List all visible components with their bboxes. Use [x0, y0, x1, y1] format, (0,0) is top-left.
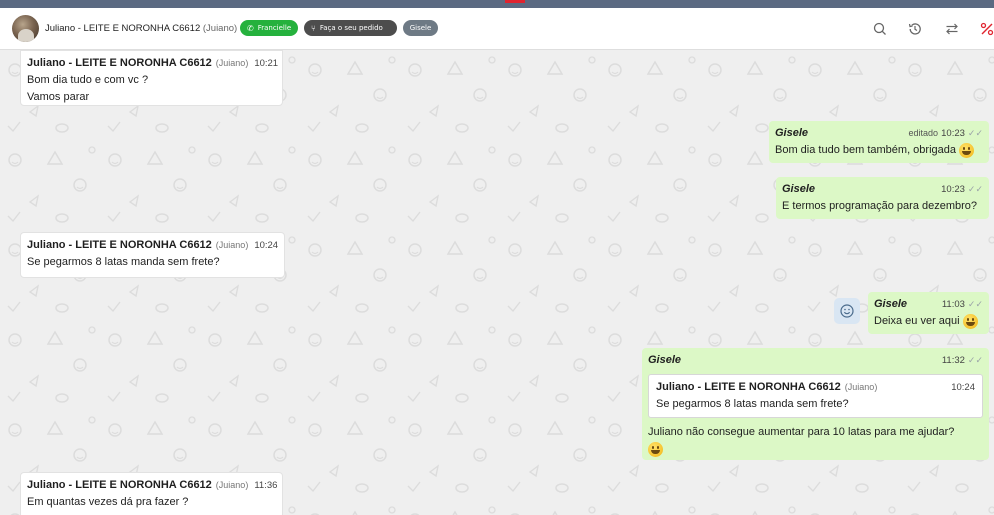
message-incoming[interactable]: Juliano - LEITE E NORONHA C6612 (Juiano) …: [20, 50, 283, 106]
message-text: Bom dia tudo bem também, obrigada: [775, 144, 956, 156]
message-time: 11:03: [941, 299, 965, 310]
quoted-sender: Juliano - LEITE E NORONHA C6612: [656, 381, 841, 393]
message-time: 11:36: [254, 480, 278, 491]
message-text: Deixa eu ver aqui: [874, 315, 960, 327]
contact-title[interactable]: Juliano - LEITE E NORONHA C6612 (Juiano): [45, 23, 237, 34]
read-check-icon: ✓✓: [967, 355, 983, 365]
smile-emoji-icon: [648, 441, 663, 457]
search-icon[interactable]: [872, 21, 888, 37]
message-sender: Juliano - LEITE E NORONHA C6612: [27, 479, 212, 491]
chat-header: Juliano - LEITE E NORONHA C6612 (Juiano)…: [0, 8, 994, 50]
message-sender-alias: (Juiano): [215, 58, 249, 68]
quoted-text: Se pegarmos 8 latas manda sem frete?: [656, 398, 849, 410]
contact-avatar[interactable]: [12, 15, 39, 42]
message-time: 10:24: [254, 240, 279, 251]
quoted-message[interactable]: Juliano - LEITE E NORONHA C6612 (Juiano) …: [648, 374, 983, 418]
chat-area[interactable]: Juliano - LEITE E NORONHA C6612 (Juiano) …: [0, 50, 994, 515]
message-sender: Juliano - LEITE E NORONHA C6612: [27, 57, 212, 69]
message-time: 11:32: [941, 355, 965, 366]
message-sender-alias: (Juiano): [215, 240, 249, 250]
message-sender: Juliano - LEITE E NORONHA C6612: [27, 239, 212, 251]
whatsapp-icon: ✆: [247, 23, 254, 33]
read-check-icon: ✓✓: [967, 299, 983, 309]
message-sender-alias: (Juiano): [215, 480, 249, 490]
message-sender: Gisele: [782, 183, 816, 195]
message-sender: Gisele: [874, 298, 908, 310]
message-text: Se pegarmos 8 latas manda sem frete?: [27, 256, 220, 268]
read-check-icon: ✓✓: [967, 128, 983, 138]
whatsapp-connection-chip[interactable]: ✆ Francielle: [240, 20, 298, 36]
chip-order-label: Faça o seu pedido: [319, 24, 383, 32]
message-text: Juliano não consegue aumentar para 10 la…: [648, 426, 955, 438]
message-outgoing[interactable]: Gisele editado 10:23 ✓✓ Bom dia tudo bem …: [769, 121, 989, 163]
message-text: Em quantas vezes dá pra fazer ?: [27, 496, 189, 508]
quoted-sender-alias: (Juiano): [844, 382, 878, 392]
message-incoming[interactable]: Juliano - LEITE E NORONHA C6612 (Juiano) …: [20, 232, 285, 278]
message-sender: Gisele: [775, 127, 809, 139]
top-indicator: [505, 0, 525, 3]
smile-emoji-icon: [959, 142, 974, 158]
history-icon[interactable]: [907, 21, 923, 37]
message-text: E termos programação para dezembro?: [782, 200, 978, 212]
message-sender: Gisele: [648, 354, 682, 366]
message-text-line: Vamos parar: [27, 91, 90, 103]
message-outgoing[interactable]: Gisele 10:23 ✓✓ E termos programação para…: [776, 177, 989, 219]
contact-alias: (Juiano): [202, 23, 238, 34]
message-time: 10:21: [254, 58, 279, 69]
agent-chip[interactable]: Gisele: [403, 20, 438, 36]
flow-icon: ⑂: [311, 23, 316, 33]
message-time: 10:23: [941, 128, 965, 139]
smile-emoji-icon: [962, 313, 978, 329]
emoji-reaction-button[interactable]: [834, 298, 860, 324]
quoted-time: 10:24: [951, 382, 975, 393]
chip-agent-label: Gisele: [409, 24, 432, 32]
chip-whatsapp-label: Francielle: [257, 24, 292, 32]
message-outgoing[interactable]: Gisele 11:03 ✓✓ Deixa eu ver aqui: [868, 292, 989, 334]
contact-name: Juliano - LEITE E NORONHA C6612: [45, 23, 201, 34]
percent-icon[interactable]: [979, 21, 994, 37]
order-flow-chip[interactable]: ⑂ Faça o seu pedido: [304, 20, 397, 36]
message-incoming[interactable]: Juliano - LEITE E NORONHA C6612 (Juiano) …: [20, 472, 283, 515]
window-top-bar: [0, 0, 994, 8]
message-outgoing-reply[interactable]: Gisele 11:32 ✓✓ Juliano - LEITE E NORONHA…: [642, 348, 989, 460]
message-edited-label: editado: [908, 128, 939, 138]
transfer-icon[interactable]: [944, 21, 960, 37]
smile-icon: [840, 304, 854, 318]
read-check-icon: ✓✓: [967, 184, 983, 194]
message-text-line: Bom dia tudo e com vc ?: [27, 74, 149, 86]
message-time: 10:23: [941, 184, 965, 195]
